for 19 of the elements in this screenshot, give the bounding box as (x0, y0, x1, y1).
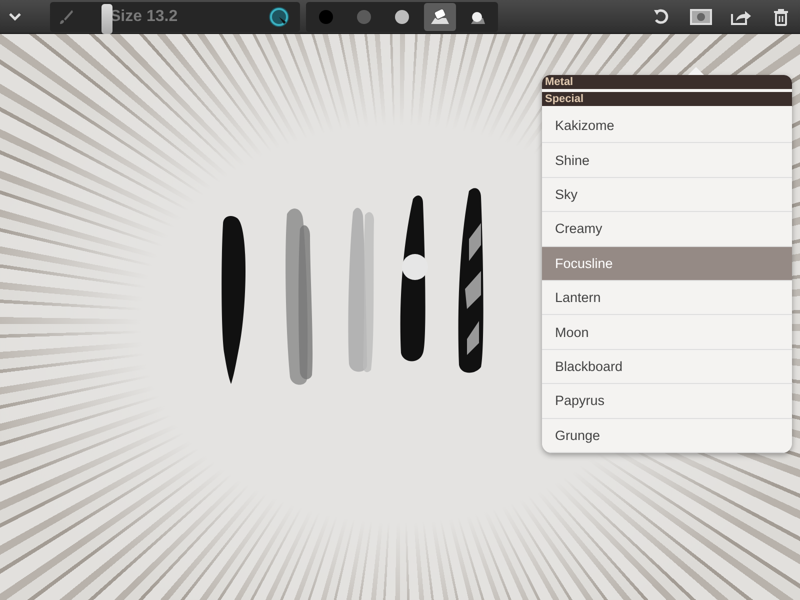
section-header: Metal (542, 75, 792, 92)
paper-menu-item[interactable]: Grunge (542, 418, 792, 453)
circle-icon (318, 8, 334, 24)
circle-icon (356, 8, 372, 24)
eraser-icon (429, 8, 451, 26)
circle-icon (394, 8, 410, 24)
paper-menu-item[interactable]: Kakizome (542, 109, 792, 144)
paper-menu-item[interactable]: Moon (542, 315, 792, 350)
brush-icon (58, 8, 74, 24)
paper-menu-item[interactable]: Papyrus (542, 384, 792, 419)
paper-menu-item[interactable]: Sky (542, 178, 792, 212)
slider-thumb[interactable] (101, 4, 112, 34)
paper-menu-item[interactable]: Shine (542, 143, 792, 178)
section-header: Special (542, 92, 792, 109)
paper-menu-item[interactable]: Creamy (542, 212, 792, 247)
paper-menu-item[interactable]: Lantern (542, 280, 792, 316)
eraser-button[interactable] (424, 2, 456, 30)
color-wheel-icon[interactable] (268, 6, 290, 28)
paper-menu-item[interactable]: Blackboard (542, 350, 792, 384)
